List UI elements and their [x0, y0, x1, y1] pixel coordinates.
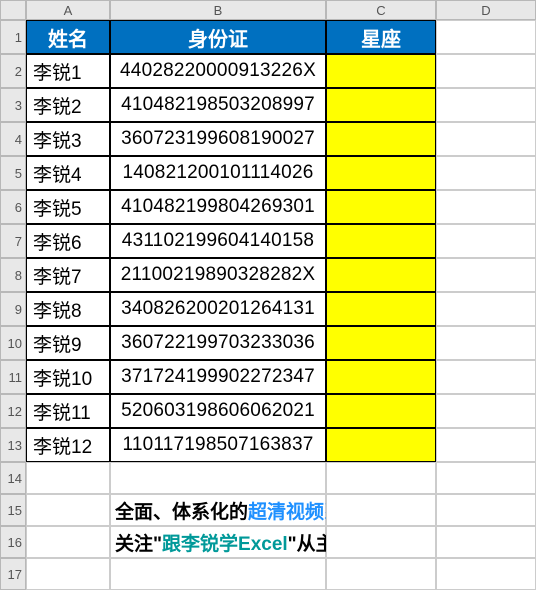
cell-zodiac-2[interactable]: [326, 54, 436, 88]
cell-D15[interactable]: [436, 494, 536, 526]
row-header-16[interactable]: 16: [0, 526, 26, 558]
cell-A14[interactable]: [26, 462, 110, 494]
cell-A15[interactable]: [26, 494, 110, 526]
cell-id-8[interactable]: 21100219890328282X: [110, 258, 326, 292]
row-header-4[interactable]: 4: [0, 122, 26, 156]
cell-C14[interactable]: [326, 462, 436, 494]
cell-D6[interactable]: [436, 190, 536, 224]
cell-zodiac-8[interactable]: [326, 258, 436, 292]
cell-name-6[interactable]: 李锐5: [26, 190, 110, 224]
col-header-D[interactable]: D: [436, 0, 536, 20]
col-header-C[interactable]: C: [326, 0, 436, 20]
cell-name-5[interactable]: 李锐4: [26, 156, 110, 190]
cell-name-12[interactable]: 李锐11: [26, 394, 110, 428]
cell-zodiac-11[interactable]: [326, 360, 436, 394]
cell-name-2[interactable]: 李锐1: [26, 54, 110, 88]
row-header-6[interactable]: 6: [0, 190, 26, 224]
row-header-7[interactable]: 7: [0, 224, 26, 258]
cell-D12[interactable]: [436, 394, 536, 428]
cell-D8[interactable]: [436, 258, 536, 292]
cell-D11[interactable]: [436, 360, 536, 394]
cell-A16[interactable]: [26, 526, 110, 558]
footer-brand: 跟李锐学Excel: [162, 534, 288, 555]
row-header-13[interactable]: 13: [0, 428, 26, 462]
cell-zodiac-7[interactable]: [326, 224, 436, 258]
cell-name-11[interactable]: 李锐10: [26, 360, 110, 394]
cell-id-7[interactable]: 431102199604140158: [110, 224, 326, 258]
footer-text: 全面、体系化的: [115, 502, 248, 523]
cell-C17[interactable]: [326, 558, 436, 590]
row-header-15[interactable]: 15: [0, 494, 26, 526]
cell-zodiac-13[interactable]: [326, 428, 436, 462]
cell-D9[interactable]: [436, 292, 536, 326]
footer-line2: 关注"跟李锐学Excel"从主页获取: [110, 526, 326, 558]
cell-id-10[interactable]: 360722199703233036: [110, 326, 326, 360]
cell-D14[interactable]: [436, 462, 536, 494]
row-header-3[interactable]: 3: [0, 88, 26, 122]
row-header-12[interactable]: 12: [0, 394, 26, 428]
header-name[interactable]: 姓名: [26, 20, 110, 54]
footer-text: 关注": [115, 534, 162, 555]
cell-name-8[interactable]: 李锐7: [26, 258, 110, 292]
cell-zodiac-12[interactable]: [326, 394, 436, 428]
cell-name-3[interactable]: 李锐2: [26, 88, 110, 122]
col-header-B[interactable]: B: [110, 0, 326, 20]
col-header-A[interactable]: A: [26, 0, 110, 20]
cell-name-13[interactable]: 李锐12: [26, 428, 110, 462]
cell-D10[interactable]: [436, 326, 536, 360]
cell-D4[interactable]: [436, 122, 536, 156]
cell-id-6[interactable]: 410482199804269301: [110, 190, 326, 224]
cell-zodiac-6[interactable]: [326, 190, 436, 224]
cell-id-4[interactable]: 360723199608190027: [110, 122, 326, 156]
cell-id-9[interactable]: 340826200201264131: [110, 292, 326, 326]
cell-id-5[interactable]: 140821200101114026: [110, 156, 326, 190]
row-header-14[interactable]: 14: [0, 462, 26, 494]
cell-zodiac-4[interactable]: [326, 122, 436, 156]
cell-zodiac-9[interactable]: [326, 292, 436, 326]
footer-line1: 全面、体系化的超清视频系统课程↓: [110, 494, 326, 526]
cell-id-12[interactable]: 520603198606062021: [110, 394, 326, 428]
cell-D1[interactable]: [436, 20, 536, 54]
cell-C15[interactable]: [326, 494, 436, 526]
cell-zodiac-10[interactable]: [326, 326, 436, 360]
row-header-1[interactable]: 1: [0, 20, 26, 54]
cell-B17[interactable]: [110, 558, 326, 590]
cell-D5[interactable]: [436, 156, 536, 190]
cell-D13[interactable]: [436, 428, 536, 462]
row-header-8[interactable]: 8: [0, 258, 26, 292]
cell-zodiac-3[interactable]: [326, 88, 436, 122]
cell-zodiac-5[interactable]: [326, 156, 436, 190]
cell-id-11[interactable]: 371724199902272347: [110, 360, 326, 394]
cell-name-7[interactable]: 李锐6: [26, 224, 110, 258]
cell-id-3[interactable]: 410482198503208997: [110, 88, 326, 122]
cell-C16[interactable]: [326, 526, 436, 558]
cell-A17[interactable]: [26, 558, 110, 590]
cell-D2[interactable]: [436, 54, 536, 88]
cell-name-9[interactable]: 李锐8: [26, 292, 110, 326]
row-header-17[interactable]: 17: [0, 558, 26, 590]
cell-name-10[interactable]: 李锐9: [26, 326, 110, 360]
cell-D3[interactable]: [436, 88, 536, 122]
row-header-9[interactable]: 9: [0, 292, 26, 326]
cell-D17[interactable]: [436, 558, 536, 590]
cell-D16[interactable]: [436, 526, 536, 558]
row-header-2[interactable]: 2: [0, 54, 26, 88]
select-all-corner[interactable]: [0, 0, 26, 20]
row-header-10[interactable]: 10: [0, 326, 26, 360]
spreadsheet-grid[interactable]: ABCD1姓名身份证星座2李锐144028220000913226X3李锐241…: [0, 0, 550, 590]
header-id[interactable]: 身份证: [110, 20, 326, 54]
cell-B14[interactable]: [110, 462, 326, 494]
row-header-5[interactable]: 5: [0, 156, 26, 190]
cell-id-2[interactable]: 44028220000913226X: [110, 54, 326, 88]
row-header-11[interactable]: 11: [0, 360, 26, 394]
cell-D7[interactable]: [436, 224, 536, 258]
cell-id-13[interactable]: 110117198507163837: [110, 428, 326, 462]
cell-name-4[interactable]: 李锐3: [26, 122, 110, 156]
header-zodiac[interactable]: 星座: [326, 20, 436, 54]
